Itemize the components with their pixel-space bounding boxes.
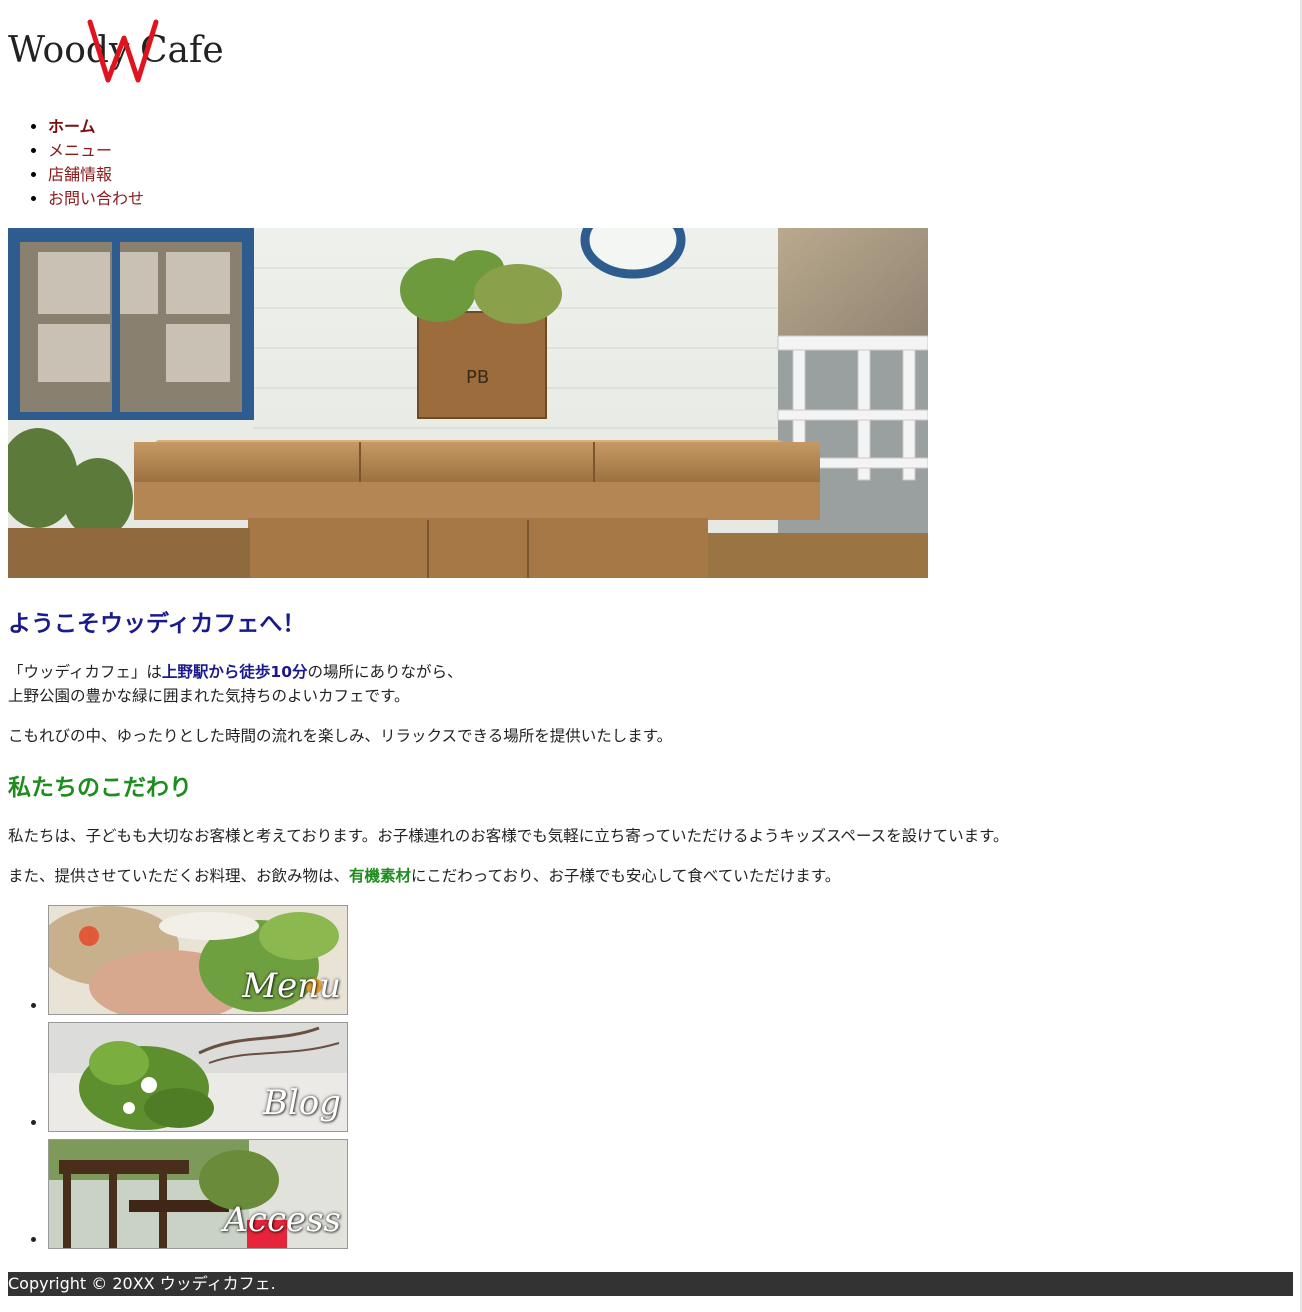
welcome-heading: ようこそウッディカフェへ！: [8, 611, 306, 637]
intro-paragraph: 「ウッディカフェ」は上野駅から徒歩10分の場所にありながら、 上野公園の豊かな緑…: [8, 660, 463, 708]
logo-graphic: Woody Cafe: [8, 19, 223, 83]
copyright-text: Copyright © 20XX ウッディカフェ.: [8, 1274, 276, 1293]
access-banner-label: Access: [223, 1200, 341, 1240]
nav-link-menu[interactable]: メニュー: [48, 141, 112, 160]
kodawari-text-before: また、提供させていただくお料理、お飲み物は、: [8, 867, 350, 885]
blog-banner-label: Blog: [262, 1083, 341, 1123]
access-banner-link[interactable]: Access: [48, 1139, 348, 1249]
nav-link-shop-info[interactable]: 店舗情報: [48, 165, 112, 184]
blog-banner-link[interactable]: Blog: [48, 1022, 348, 1132]
menu-banner-label: Menu: [242, 966, 341, 1006]
kodawari-paragraph-2: また、提供させていただくお料理、お飲み物は、有機素材にこだわっており、お子様でも…: [8, 864, 840, 888]
site-logo[interactable]: Woody Cafe: [8, 16, 223, 86]
nav-link-contact[interactable]: お問い合わせ: [48, 189, 144, 208]
banner-item-access: Access: [48, 1139, 348, 1256]
nav-item-menu: メニュー: [48, 139, 144, 163]
site-footer: Copyright © 20XX ウッディカフェ.: [8, 1272, 1293, 1296]
menu-banner-link[interactable]: Menu: [48, 905, 348, 1015]
intro-text-line2: 上野公園の豊かな緑に囲まれた気持ちのよいカフェです。: [8, 687, 410, 705]
global-nav: ホーム メニュー 店舗情報 お問い合わせ: [8, 115, 144, 211]
nav-item-contact: お問い合わせ: [48, 187, 144, 211]
hero-image: PB: [8, 228, 928, 578]
nav-item-shop-info: 店舗情報: [48, 163, 144, 187]
intro-text-before: 「ウッディカフェ」は: [8, 663, 162, 681]
kodawari-text-after: にこだわっており、お子様でも安心して食べていただけます。: [411, 867, 841, 885]
banner-item-menu: Menu: [48, 905, 348, 1022]
nav-link-home[interactable]: ホーム: [48, 117, 96, 136]
svg-text:PB: PB: [466, 367, 489, 388]
kodawari-paragraph-1: 私たちは、子どもも大切なお客様と考えております。お子様連れのお客様でも気軽に立ち…: [8, 827, 1009, 845]
kodawari-strong-organic: 有機素材: [349, 867, 412, 885]
banner-list: Menu Blog: [8, 905, 348, 1256]
nav-item-home: ホーム: [48, 115, 144, 139]
intro-strong-access: 上野駅から徒歩10分: [161, 663, 308, 681]
intro-paragraph-2: こもれびの中、ゆったりとした時間の流れを楽しみ、リラックスできる場所を提供いたし…: [8, 727, 673, 745]
banner-item-blog: Blog: [48, 1022, 348, 1139]
kodawari-heading: 私たちのこだわり: [8, 775, 192, 801]
intro-text-after: の場所にありながら、: [307, 663, 463, 681]
